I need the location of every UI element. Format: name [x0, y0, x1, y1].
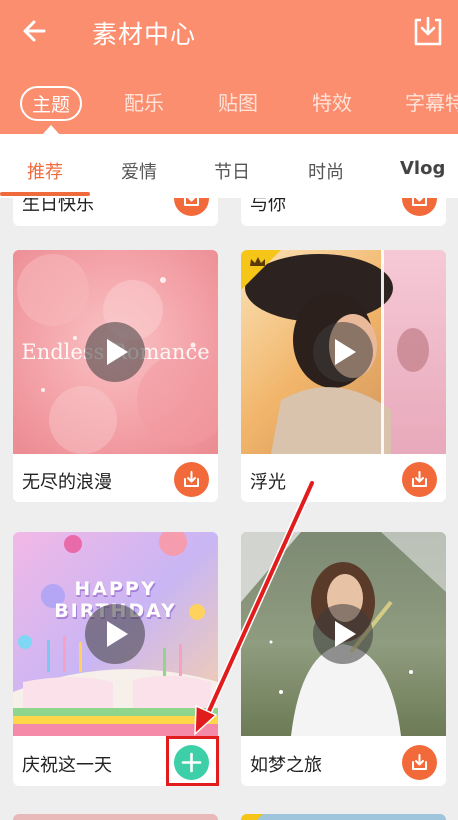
template-grid: 生日快乐 与你 Endless Romance 无尽的浪漫 浮光 HAPPY 庆… — [0, 198, 458, 820]
download-icon — [412, 754, 427, 770]
card-title: 生日快乐 — [22, 198, 94, 215]
template-card-floating-light[interactable]: 浮光 — [241, 250, 446, 502]
template-card-with-you-partial[interactable]: 与你 — [241, 198, 446, 226]
template-card-endless-romance[interactable]: Endless Romance 无尽的浪漫 — [13, 250, 218, 502]
subtab-love[interactable]: 爱情 — [121, 158, 157, 184]
download-tray-icon[interactable] — [412, 14, 444, 48]
tab-effects[interactable]: 特效 — [312, 87, 352, 116]
card-title: 与你 — [250, 198, 286, 215]
play-button[interactable] — [85, 604, 145, 664]
template-thumbnail[interactable] — [241, 250, 446, 454]
category-tabs: 主题 配乐 贴图 特效 字幕特 — [0, 66, 458, 134]
page-title: 素材中心 — [92, 20, 197, 49]
download-icon — [412, 471, 427, 487]
play-icon — [107, 339, 128, 365]
subtab-vlog[interactable]: Vlog — [400, 158, 445, 179]
crown-icon — [241, 250, 281, 290]
template-card-birthday-partial[interactable]: 生日快乐 — [13, 198, 218, 226]
sub-tabs: 推荐 爱情 节日 时尚 Vlog — [0, 134, 458, 198]
download-button[interactable] — [402, 745, 437, 780]
app-bar: 素材中心 — [0, 0, 458, 66]
tab-subtitle-effects[interactable]: 字幕特 — [405, 87, 458, 116]
crown-icon — [241, 814, 263, 820]
card-title: 庆祝这一天 — [22, 755, 112, 776]
play-button[interactable] — [313, 322, 373, 382]
subtab-festival[interactable]: 节日 — [214, 158, 250, 184]
card-title: 无尽的浪漫 — [22, 472, 112, 493]
subtab-fashion[interactable]: 时尚 — [308, 158, 344, 184]
arrow-left-icon[interactable] — [18, 14, 52, 48]
play-icon — [335, 339, 356, 365]
download-icon — [184, 471, 199, 487]
template-thumbnail[interactable]: HAPPY BIRTHDAY — [13, 532, 218, 736]
template-card-dream-journey[interactable]: 如梦之旅 — [241, 532, 446, 786]
subtab-recommended[interactable]: 推荐 — [27, 158, 63, 184]
tab-music[interactable]: 配乐 — [124, 87, 164, 116]
tab-stickers[interactable]: 贴图 — [218, 87, 258, 116]
download-button[interactable] — [402, 198, 437, 216]
subtab-indicator — [0, 192, 90, 196]
download-button[interactable] — [402, 462, 437, 497]
card-title: 浮光 — [250, 472, 286, 493]
download-button[interactable] — [174, 462, 209, 497]
card-title: 如梦之旅 — [250, 755, 322, 776]
download-button[interactable] — [174, 198, 209, 216]
template-card-next-partial[interactable] — [13, 814, 218, 820]
download-icon — [412, 198, 427, 206]
tab-theme[interactable]: 主题 — [20, 86, 83, 121]
template-thumbnail[interactable]: Endless Romance — [13, 250, 218, 454]
template-thumbnail[interactable] — [241, 532, 446, 736]
template-card-next-partial[interactable] — [241, 814, 446, 820]
active-tab-pointer — [42, 125, 60, 134]
play-icon — [335, 621, 356, 647]
download-icon — [184, 198, 199, 206]
highlight-box — [166, 736, 219, 786]
play-button[interactable] — [85, 322, 145, 382]
play-icon — [107, 621, 128, 647]
play-button[interactable] — [313, 604, 373, 664]
